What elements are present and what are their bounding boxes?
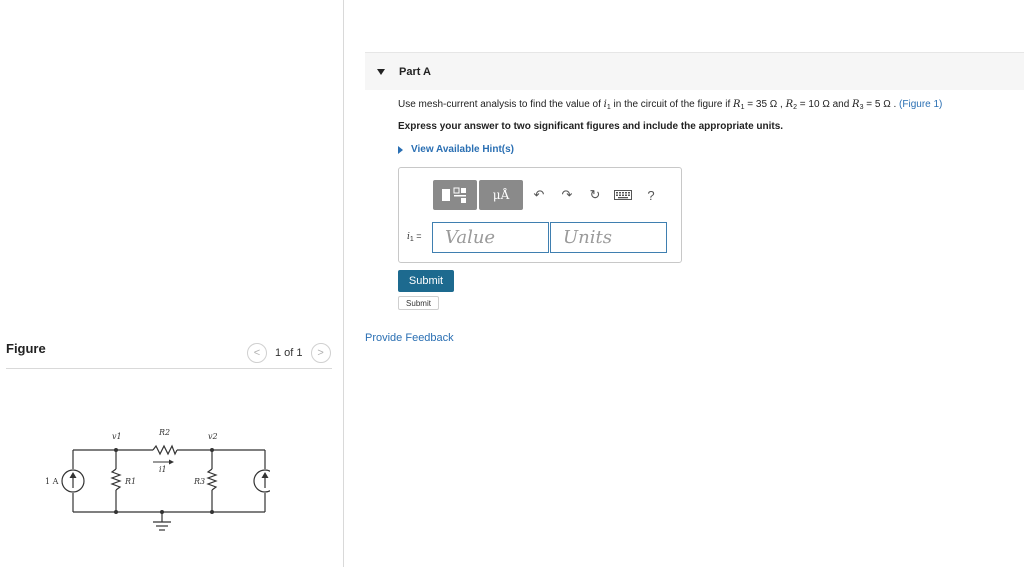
figure-page-count: 1 of 1 [275, 347, 303, 359]
panel-divider [343, 0, 344, 567]
view-hints-link[interactable]: View Available Hint(s) [398, 144, 514, 155]
expand-caret-icon [398, 145, 403, 154]
templates-button[interactable] [433, 180, 477, 210]
current-source-right [253, 469, 270, 493]
units-symbols-button[interactable]: μÅ [479, 180, 523, 210]
answer-box: μÅ ↶ ↷ ↻ ? i1 = Value Units [398, 167, 682, 263]
figure-pager: < 1 of 1 > [247, 343, 331, 363]
i1-label: i1 [159, 465, 167, 474]
part-a-header[interactable]: Part A [365, 52, 1024, 90]
submit-button[interactable]: Submit [398, 270, 454, 292]
keyboard-icon[interactable] [609, 180, 637, 210]
help-icon[interactable]: ? [637, 180, 665, 210]
figure-divider [6, 368, 332, 369]
units-input[interactable]: Units [550, 222, 667, 253]
answer-instruction: Express your answer to two significant f… [398, 121, 784, 132]
mu-angstrom-icon: μÅ [492, 188, 510, 202]
r1-label: R1 [124, 477, 136, 486]
question-text: Use mesh-current analysis to find the va… [398, 99, 943, 111]
current-source-left [61, 469, 85, 493]
r3-label: R3 [193, 477, 205, 486]
reset-icon[interactable]: ↻ [581, 180, 609, 210]
v2-label: v2 [208, 432, 218, 441]
hint-label: View Available Hint(s) [411, 144, 514, 155]
v1-label: v1 [112, 432, 122, 441]
redo-icon[interactable]: ↷ [553, 180, 581, 210]
answer-variable-label: i1 = [407, 231, 422, 243]
collapse-caret-icon [377, 68, 385, 75]
left-source-label: 1 A [45, 477, 59, 486]
provide-feedback-link[interactable]: Provide Feedback [365, 332, 454, 344]
figure-link[interactable]: (Figure 1) [899, 99, 942, 110]
submit-tooltip: Submit [398, 296, 439, 310]
figure-title: Figure [6, 341, 46, 356]
value-input[interactable]: Value [432, 222, 549, 253]
next-figure-button[interactable]: > [310, 343, 331, 363]
circuit-diagram: 1 A 2 A v1 v2 R2 R1 R3 i1 [45, 428, 270, 531]
previous-figure-button[interactable]: < [247, 343, 267, 363]
answer-toolbar: μÅ ↶ ↷ ↻ ? [433, 180, 665, 210]
r2-label: R2 [158, 428, 170, 437]
templates-icon [442, 187, 466, 203]
part-title: Part A [399, 65, 431, 78]
undo-icon[interactable]: ↶ [525, 180, 553, 210]
